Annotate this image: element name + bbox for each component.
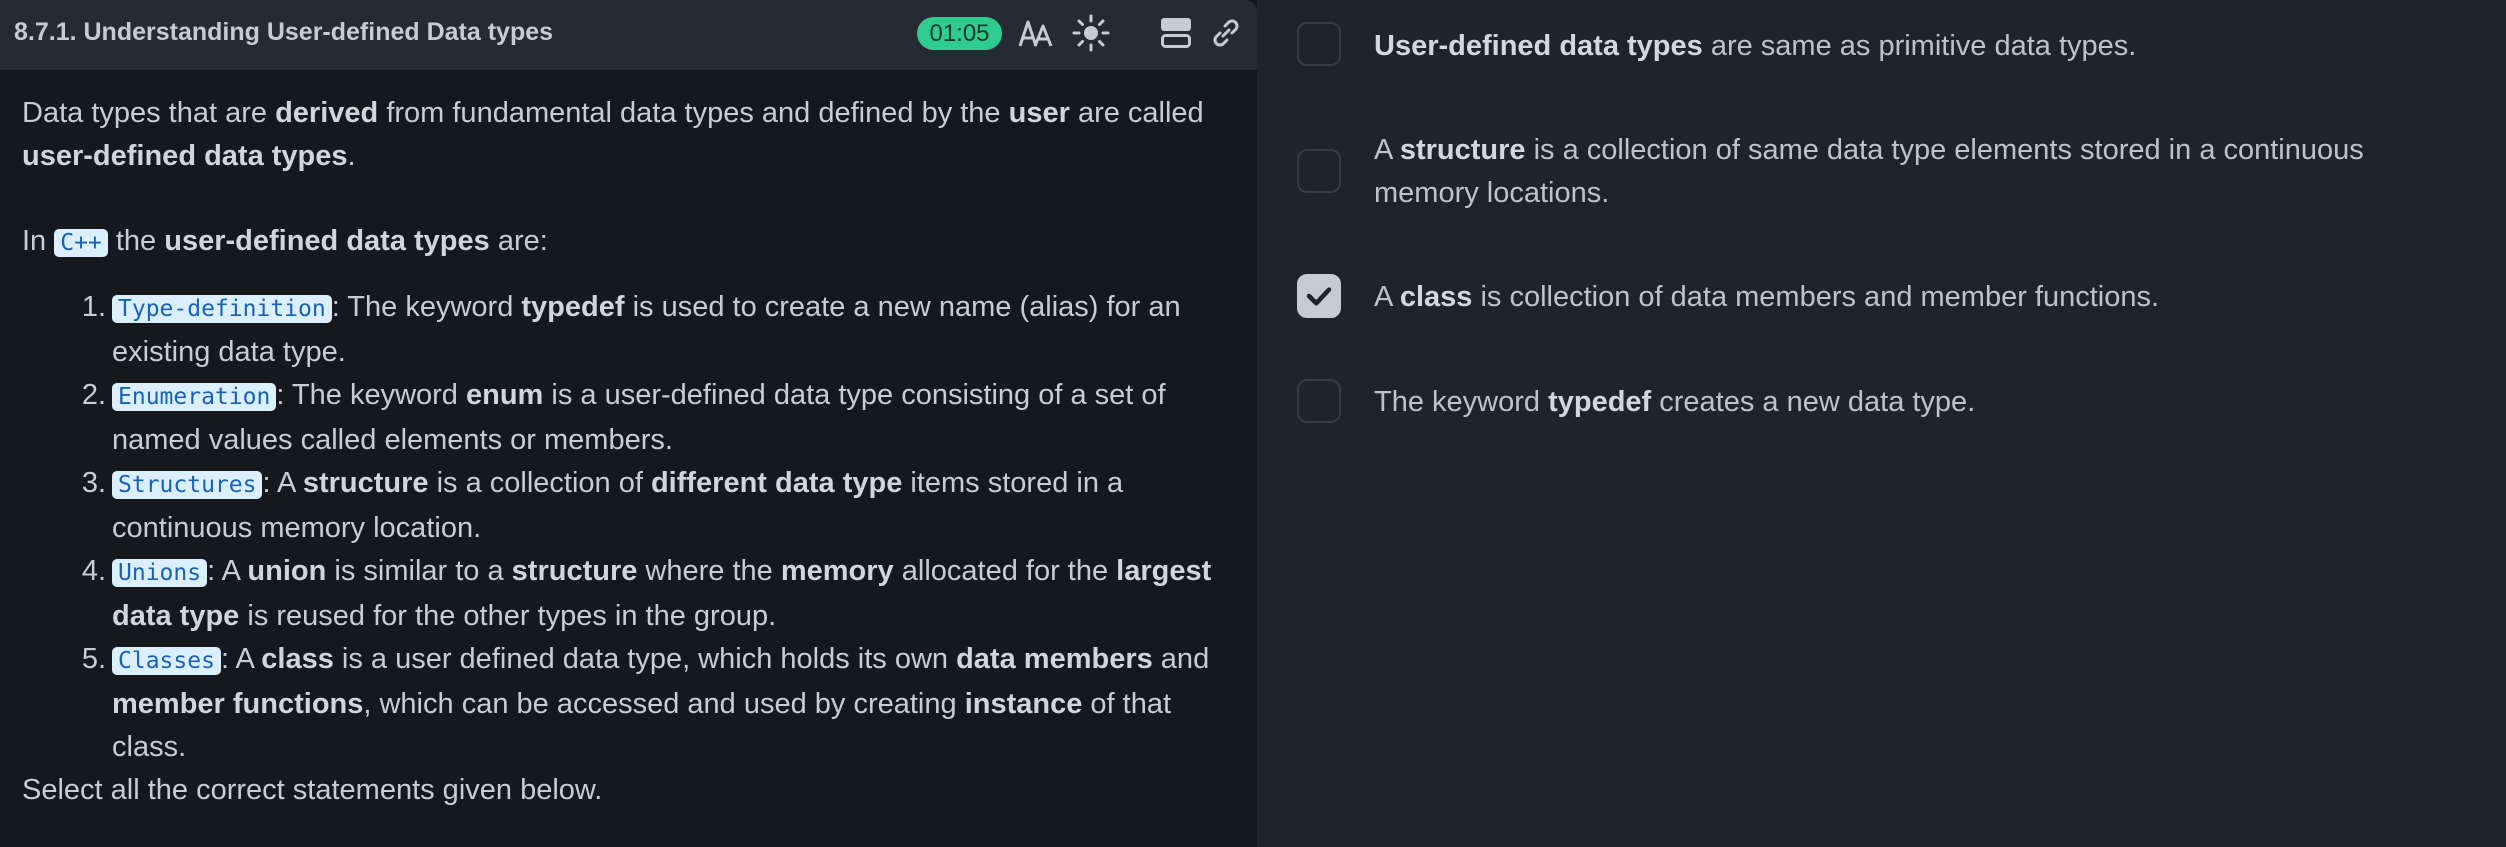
timer-badge: 01:05 [917,17,1002,50]
list-number: 4. [81,555,106,587]
item-text: is reused for the other types in the gro… [239,600,777,632]
inline-code: Enumeration [112,383,277,411]
lead-text: are: [489,225,548,257]
option-checkbox[interactable] [1297,22,1341,66]
lead-bold: user-defined data types [164,225,490,257]
item-text: : The keyword [276,379,466,411]
item-text: : A [207,555,248,587]
option-text: A [1374,281,1400,313]
intro-text: . [347,140,356,172]
option-text: is collection of data members and member… [1472,281,2160,313]
inline-code: Type-definition [112,295,332,323]
item-text: is a user defined data type, which holds… [333,643,957,675]
link-icon[interactable] [1206,13,1246,53]
list-item: 1. Type-definition: The keyword typedef i… [22,286,1237,374]
item-text: : A [220,643,262,675]
options-panel: User-defined data types are same as prim… [1257,0,2506,847]
intro-text: are called [1069,97,1204,129]
list-number: 3. [81,467,106,499]
lesson-panel: 8.7.1. Understanding User-defined Data t… [0,0,1257,847]
option-text: A [1374,134,1400,166]
item-bold: instance [964,688,1083,720]
item-text: and [1152,643,1210,675]
option-checkbox[interactable] [1297,149,1341,193]
item-bold: typedef [521,291,625,323]
option-checkbox-checked[interactable] [1297,274,1341,318]
list-number: 2. [81,379,106,411]
list-item: 3. Structures: A structure is a collectio… [22,462,1237,550]
list-number: 1. [81,291,106,323]
theme-sun-icon[interactable] [1071,13,1111,53]
list-item: 4. Unions: A union is similar to a struct… [22,550,1237,638]
lesson-content: Data types that are derived from fundame… [22,92,1237,812]
intro-paragraph: Data types that are derived from fundame… [22,92,1237,178]
item-text: : A [262,467,303,499]
list-item: 5. Classes: A class is a user defined dat… [22,638,1237,769]
option-bold: class [1399,281,1473,313]
lead-text: In [22,225,55,257]
option-label[interactable]: A structure is a collection of same data… [1374,129,2474,215]
intro-bold: user [1008,97,1070,129]
item-text: , which can be accessed and used by crea… [363,688,965,720]
option-label[interactable]: A class is collection of data members an… [1374,276,2474,319]
list-number: 5. [81,643,106,675]
item-text: : The keyword [331,291,522,323]
item-text: where the [637,555,781,587]
option-text: are same as primitive data types. [1702,30,2137,62]
intro-bold: user-defined data types [22,140,348,172]
option-text: The keyword [1374,386,1549,418]
lead-paragraph: In C++ the user-defined data types are: [22,220,1237,265]
datatype-list: 1. Type-definition: The keyword typedef i… [22,286,1237,769]
option-bold: typedef [1548,386,1652,418]
item-text: allocated for the [893,555,1117,587]
item-bold: enum [466,379,544,411]
option-checkbox[interactable] [1297,379,1341,423]
list-item: 2. Enumeration: The keyword enum is a use… [22,374,1237,462]
item-bold: data members [956,643,1153,675]
option-bold: User-defined data types [1374,30,1703,62]
check-icon [1306,287,1332,306]
intro-text: Data types that are [22,97,276,129]
inline-code: C++ [54,229,108,257]
font-size-icon[interactable] [1017,13,1057,53]
option-text: creates a new data type. [1651,386,1976,418]
option-label[interactable]: User-defined data types are same as prim… [1374,25,2474,68]
option-bold: structure [1399,134,1526,166]
item-text: is similar to a [326,555,512,587]
item-text: is a collection of [428,467,651,499]
inline-code: Classes [112,647,221,675]
item-bold: memory [780,555,894,587]
item-bold: union [247,555,327,587]
intro-bold: derived [275,97,379,129]
item-bold: structure [511,555,638,587]
item-bold: member functions [112,688,364,720]
lead-text: the [107,225,165,257]
intro-text: from fundamental data types and defined … [378,97,1009,129]
layout-icon[interactable] [1156,13,1196,53]
inline-code: Unions [112,559,208,587]
inline-code: Structures [112,471,263,499]
page-title: 8.7.1. Understanding User-defined Data t… [14,18,554,46]
lesson-header: 8.7.1. Understanding User-defined Data t… [0,0,1257,70]
item-bold: class [261,643,334,675]
item-bold: different data type [650,467,903,499]
item-bold: structure [302,467,429,499]
question-prompt: Select all the correct statements given … [22,774,603,806]
option-label[interactable]: The keyword typedef creates a new data t… [1374,381,2474,424]
